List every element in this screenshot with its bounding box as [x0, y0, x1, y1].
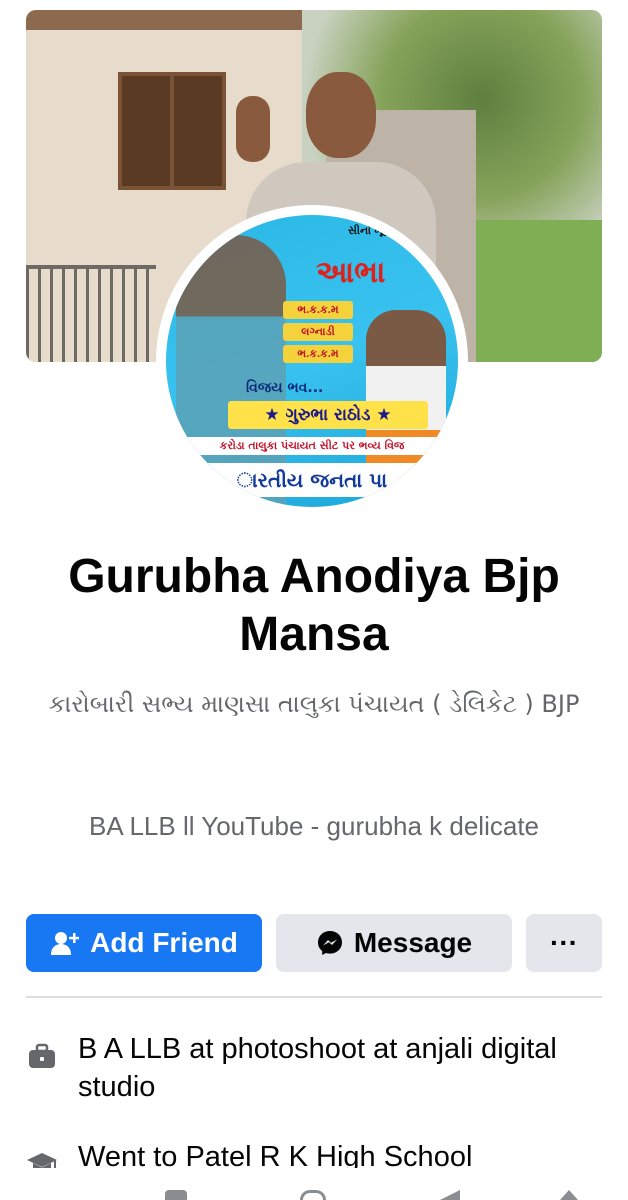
briefcase-icon: [26, 1040, 58, 1072]
cover-field: [462, 220, 602, 362]
nav-home-icon[interactable]: [165, 1190, 187, 1200]
profile-actions: Add Friend Message ···: [26, 914, 602, 972]
more-options-button[interactable]: ···: [526, 914, 602, 972]
profile-name: Gurubha Anodiya Bjp Mansa: [68, 550, 560, 661]
cover-person-hand: [236, 96, 270, 162]
avatar-top-text: સીનો ખૂબ ખૂ: [347, 225, 405, 237]
nav-circle-icon[interactable]: [300, 1190, 326, 1200]
avatar-chip: ભ.ક.ક.મ: [283, 345, 353, 363]
info-work-text: B A LLB at photoshoot at anjali digital …: [78, 1033, 557, 1103]
message-button[interactable]: Message: [276, 914, 512, 972]
cover-person-head: [306, 72, 376, 158]
bottom-nav-bar: [0, 1190, 628, 1200]
info-row-work: B A LLB at photoshoot at anjali digital …: [26, 1030, 602, 1110]
nav-menu-icon[interactable]: [560, 1190, 578, 1200]
add-friend-button[interactable]: Add Friend: [26, 914, 262, 972]
add-friend-label: Add Friend: [90, 927, 238, 958]
avatar-chips: ભ.ક.ક.મ લગ્નાડી ભ.ક.ક.મ: [278, 297, 358, 367]
message-label: Message: [353, 927, 473, 958]
avatar-wish-text: વિજય ભવ...: [246, 380, 324, 396]
cover-gate: [26, 265, 156, 362]
avatar-name-band: ★ ગુરુભા રાઠોડ ★: [228, 401, 428, 429]
avatar-sub-band: કરોડા તાલુકા પંચાયત સીટ પર ભવ્ય વિજ: [166, 437, 458, 455]
profile-tagline: કારોબારી સભ્ય માણસા તાલુકા પંચાયત ( ડેલિ…: [48, 690, 580, 718]
messenger-icon: [316, 929, 344, 957]
section-divider: [26, 996, 602, 998]
avatar-headline: આભા: [316, 255, 386, 290]
more-options-label: ···: [550, 927, 578, 958]
avatar-chip: ભ.ક.ક.મ: [283, 301, 353, 319]
profile-avatar[interactable]: સીનો ખૂબ ખૂ આભા ભ.ક.ક.મ લગ્નાડી ભ.ક.ક.મ …: [166, 215, 458, 507]
nav-back-icon[interactable]: [440, 1190, 460, 1200]
profile-bio: BA LLB ll YouTube - gurubha k delicate: [88, 811, 540, 841]
person-plus-icon: [50, 930, 80, 956]
avatar-chip: લગ્નાડી: [283, 323, 353, 341]
avatar-party-band: ારતીય જનતા પા: [166, 463, 458, 497]
